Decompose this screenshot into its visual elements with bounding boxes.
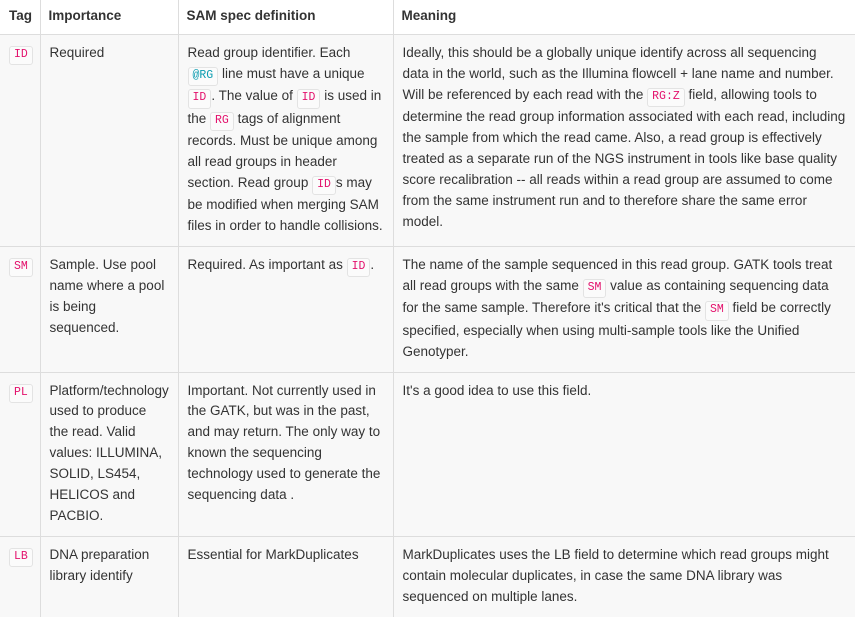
text-run: It's a good idea to use this field.	[402, 382, 592, 398]
code-tag-sm: SM	[704, 301, 729, 321]
tag-badge: LB	[9, 548, 33, 568]
cell-meaning: It's a good idea to use this field.	[393, 372, 855, 538]
code-tag--rg: @RG	[187, 66, 219, 87]
text-run: Read group identifier. Each	[187, 44, 351, 60]
code-tag-sm: SM	[582, 278, 607, 299]
text-run: MarkDuplicates uses the LB field to dete…	[402, 547, 829, 604]
text-run: . The value of	[211, 88, 297, 104]
table-header-row: Tag Importance SAM spec definition Meani…	[0, 0, 855, 35]
cell-sam-spec-definition: Essential for MarkDuplicates	[178, 536, 394, 617]
cell-sam-spec-definition: Important. Not currently used in the GAT…	[178, 372, 394, 538]
text-run: Required. As important as	[187, 257, 347, 273]
column-header-meaning: Meaning	[393, 0, 855, 35]
tag-badge: PL	[9, 383, 33, 403]
tag-badge: ID	[9, 45, 33, 66]
code-tag-rg: RG	[210, 111, 234, 131]
tag-badge: SM	[9, 258, 33, 278]
table-header: Tag Importance SAM spec definition Meani…	[0, 0, 855, 35]
text-run: Essential for MarkDuplicates	[187, 547, 359, 562]
read-group-tags-table: Tag Importance SAM spec definition Meani…	[0, 0, 855, 617]
column-header-importance: Importance	[40, 0, 179, 35]
cell-tag: ID	[0, 34, 41, 248]
text-run: .	[370, 257, 375, 273]
cell-tag: LB	[0, 536, 41, 617]
code-tag-rg-z: RG:Z	[647, 87, 685, 108]
code-tag-id: ID	[346, 258, 371, 278]
code-tag-id: ID	[296, 89, 321, 109]
cell-importance: Platform/technology used to produce the …	[40, 372, 179, 538]
cell-tag: PL	[0, 372, 41, 538]
code-tag-id: ID	[312, 175, 336, 196]
table-body: ID Required Read group identifier. Each @R…	[0, 34, 855, 617]
cell-meaning: The name of the sample sequenced in this…	[393, 246, 855, 373]
cell-importance: Sample. Use pool name where a pool is be…	[40, 246, 179, 373]
cell-sam-spec-definition: Required. As important as ID.	[178, 246, 394, 373]
table-row: LB DNA preparation library identify Essent…	[0, 536, 855, 617]
table-row: SM Sample. Use pool name where a pool is …	[0, 246, 855, 373]
cell-importance: Required	[40, 34, 179, 248]
table-row: PL Platform/technology used to produce th…	[0, 372, 855, 538]
column-header-sam-spec-definition: SAM spec definition	[178, 0, 394, 35]
text-run: line must have a unique	[218, 65, 365, 81]
code-tag-id: ID	[187, 89, 212, 109]
cell-meaning: Ideally, this should be a globally uniqu…	[393, 34, 855, 248]
cell-importance: DNA preparation library identify	[40, 536, 179, 617]
table-row: ID Required Read group identifier. Each @R…	[0, 34, 855, 248]
column-header-tag: Tag	[0, 0, 41, 35]
text-run: Important. Not currently used in the GAT…	[187, 382, 381, 503]
cell-tag: SM	[0, 246, 41, 373]
text-run: field, allowing tools to determine the r…	[402, 86, 846, 229]
cell-sam-spec-definition: Read group identifier. Each @RG line mus…	[178, 34, 394, 248]
cell-meaning: MarkDuplicates uses the LB field to dete…	[393, 536, 855, 617]
